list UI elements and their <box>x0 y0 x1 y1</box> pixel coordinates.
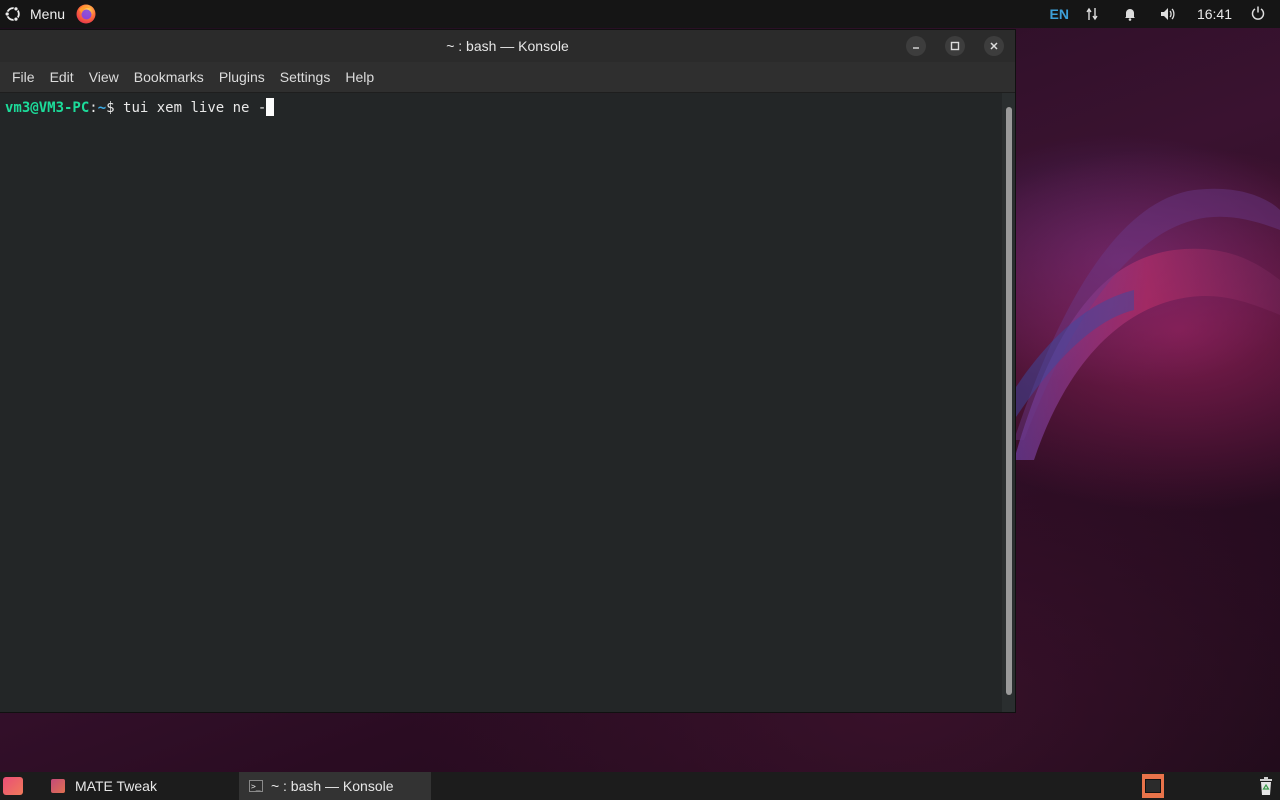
prompt-line: vm3@VM3-PC:~$ tui xem live ne - <box>5 98 275 116</box>
ubuntu-logo-icon <box>4 6 20 22</box>
minimize-icon <box>913 47 919 49</box>
applications-menu-button[interactable]: Menu <box>0 0 65 28</box>
text-cursor <box>266 98 275 116</box>
close-icon <box>990 42 998 50</box>
taskbar-item-mate-tweak[interactable]: MATE Tweak <box>41 772 167 800</box>
power-icon[interactable] <box>1250 5 1266 24</box>
firefox-launcher[interactable] <box>75 3 97 25</box>
konsole-window: ~ : bash — Konsole File Edit View Bookma… <box>0 30 1015 712</box>
close-button[interactable] <box>984 36 1004 56</box>
trash-icon[interactable] <box>1258 776 1274 796</box>
bottom-panel: MATE Tweak >_ ~ : bash — Konsole <box>0 772 1280 800</box>
system-tray: EN 16:41 <box>1050 0 1280 28</box>
menu-bookmarks[interactable]: Bookmarks <box>134 69 204 85</box>
window-titlebar[interactable]: ~ : bash — Konsole <box>0 30 1015 62</box>
window-title: ~ : bash — Konsole <box>446 38 569 54</box>
maximize-button[interactable] <box>945 36 965 56</box>
menu-settings[interactable]: Settings <box>280 69 331 85</box>
menu-file[interactable]: File <box>12 69 35 85</box>
menu-label: Menu <box>30 6 66 22</box>
firefox-icon <box>76 4 96 24</box>
taskbar-item-label: ~ : bash — Konsole <box>270 778 394 794</box>
keyboard-layout-indicator[interactable]: EN <box>1050 6 1069 22</box>
show-desktop-button[interactable] <box>3 777 23 795</box>
prompt-user-host: vm3@VM3-PC <box>5 100 90 116</box>
prompt-separator: : <box>89 100 98 116</box>
terminal-scrollbar[interactable] <box>1002 93 1015 712</box>
notification-bell-icon[interactable] <box>1121 5 1139 23</box>
maximize-icon <box>950 41 960 51</box>
clock[interactable]: 16:41 <box>1197 6 1232 22</box>
workspace-thumbnail <box>1145 779 1161 793</box>
volume-icon[interactable] <box>1159 5 1177 23</box>
prompt-symbol: $ <box>106 100 124 116</box>
taskbar-item-label: MATE Tweak <box>75 778 157 794</box>
scrollbar-thumb[interactable] <box>1006 107 1012 695</box>
command-text: tui xem live ne - <box>123 100 267 116</box>
menu-bar: File Edit View Bookmarks Plugins Setting… <box>0 62 1015 93</box>
menu-edit[interactable]: Edit <box>50 69 74 85</box>
workspace-switcher[interactable] <box>1142 774 1164 798</box>
mate-tweak-icon <box>51 779 65 793</box>
menu-plugins[interactable]: Plugins <box>219 69 265 85</box>
menu-view[interactable]: View <box>89 69 119 85</box>
menu-help[interactable]: Help <box>345 69 374 85</box>
network-icon[interactable] <box>1083 5 1101 23</box>
terminal-icon: >_ <box>248 780 263 792</box>
wallpaper-wave <box>1014 188 1280 460</box>
minimize-button[interactable] <box>906 36 926 56</box>
prompt-path: ~ <box>97 100 107 116</box>
terminal-area[interactable]: vm3@VM3-PC:~$ tui xem live ne - <box>0 93 1002 712</box>
top-panel: Menu EN 16:41 <box>0 0 1280 28</box>
taskbar-item-konsole[interactable]: >_ ~ : bash — Konsole <box>238 772 431 800</box>
